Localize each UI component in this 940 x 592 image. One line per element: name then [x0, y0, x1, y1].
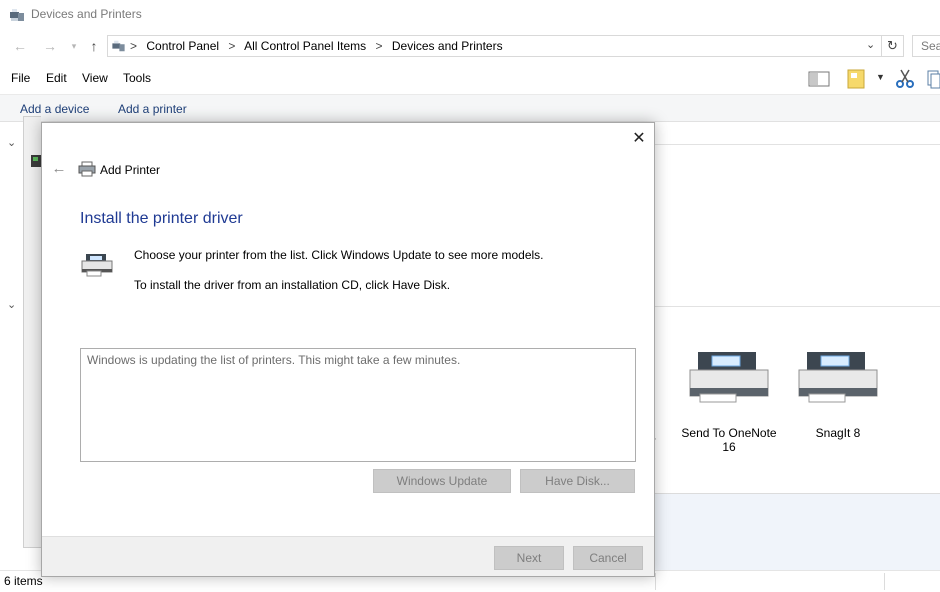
devices-printers-icon: [10, 9, 24, 21]
group-divider: [655, 306, 940, 307]
change-view-icon[interactable]: [845, 68, 867, 90]
group-divider: [655, 144, 940, 145]
explorer-title-bar: Devices and Printers: [0, 0, 940, 30]
printer-icon: [78, 161, 96, 177]
device-label: SnagIt 8: [815, 426, 861, 440]
menu-bar: File Edit View Tools: [0, 66, 940, 90]
address-dropdown-chevron-icon[interactable]: ⌄: [866, 38, 875, 51]
group-collapse-chevron-icon[interactable]: ⌄: [7, 298, 16, 311]
next-button[interactable]: Next: [494, 546, 564, 570]
dialog-footer: Next Cancel: [42, 536, 654, 576]
windows-update-button[interactable]: Windows Update: [373, 469, 511, 493]
background-dialog-edge: [23, 116, 41, 548]
add-printer-button[interactable]: Add a printer: [118, 102, 187, 116]
menu-edit[interactable]: Edit: [46, 71, 67, 85]
window-title: Devices and Printers: [31, 7, 142, 21]
cut-scissors-icon[interactable]: [894, 68, 916, 90]
details-pane: [655, 493, 940, 570]
breadcrumb: > Control Panel > All Control Panel Item…: [130, 39, 509, 53]
copy-icon[interactable]: [924, 68, 940, 90]
status-divider: [655, 573, 656, 590]
dialog-title: Add Printer: [100, 163, 161, 177]
address-row: ← → ▾ ↑ > Control Panel > All Control Pa…: [0, 32, 940, 60]
add-device-button[interactable]: Add a device: [20, 102, 89, 116]
add-printer-dialog: ✕ ← Add Printer Install the printer driv…: [41, 122, 655, 577]
page-heading: Install the printer driver: [80, 210, 243, 227]
have-disk-instruction-text: To install the driver from an installati…: [134, 278, 451, 292]
menu-file[interactable]: File: [11, 71, 30, 85]
instruction-text: Choose your printer from the list. Click…: [134, 248, 544, 262]
up-arrow-icon[interactable]: ↑: [84, 36, 104, 56]
refresh-icon: ↻: [887, 38, 898, 53]
device-label: Send To OneNote: [681, 426, 777, 440]
printer-icon: [81, 254, 113, 277]
breadcrumb-all-items[interactable]: All Control Panel Items: [244, 39, 366, 53]
status-divider: [884, 573, 885, 590]
close-button[interactable]: ✕: [628, 129, 650, 149]
device-label: 16: [722, 440, 736, 454]
device-snagit-8[interactable]: SnagIt 8: [783, 344, 893, 440]
view-options-chevron-icon[interactable]: ▼: [876, 72, 885, 82]
item-count: 6 items: [4, 574, 43, 588]
refresh-button[interactable]: ↻: [882, 35, 904, 57]
forward-arrow-icon[interactable]: →: [40, 36, 60, 56]
list-status-message: Windows is updating the list of printers…: [87, 353, 461, 367]
printer-driver-list[interactable]: Windows is updating the list of printers…: [80, 348, 636, 462]
cancel-button[interactable]: Cancel: [573, 546, 643, 570]
address-bar[interactable]: > Control Panel > All Control Panel Item…: [107, 35, 882, 57]
breadcrumb-separator-icon: >: [375, 39, 383, 53]
recent-locations-chevron-icon[interactable]: ▾: [64, 36, 84, 56]
device-send-to-onenote[interactable]: Send To OneNote 16: [674, 344, 784, 454]
control-panel-icon: [112, 40, 125, 52]
menu-view[interactable]: View: [82, 71, 108, 85]
breadcrumb-control-panel[interactable]: Control Panel: [146, 39, 219, 53]
breadcrumb-separator-icon: >: [228, 39, 236, 53]
preview-pane-icon[interactable]: [808, 68, 830, 90]
have-disk-button[interactable]: Have Disk...: [520, 469, 635, 493]
printer-icon: [798, 352, 878, 403]
breadcrumb-separator-icon: >: [130, 39, 138, 53]
device-small-icon: [31, 155, 41, 167]
group-collapse-chevron-icon[interactable]: ⌄: [7, 136, 16, 149]
search-input[interactable]: Sear: [912, 35, 940, 57]
command-bar: Add a device Add a printer: [0, 94, 940, 122]
menu-tools[interactable]: Tools: [123, 71, 151, 85]
printer-icon: [689, 352, 769, 403]
back-arrow-icon[interactable]: ←: [10, 36, 30, 56]
back-arrow-icon[interactable]: ←: [49, 159, 69, 179]
breadcrumb-devices-printers[interactable]: Devices and Printers: [392, 39, 503, 53]
